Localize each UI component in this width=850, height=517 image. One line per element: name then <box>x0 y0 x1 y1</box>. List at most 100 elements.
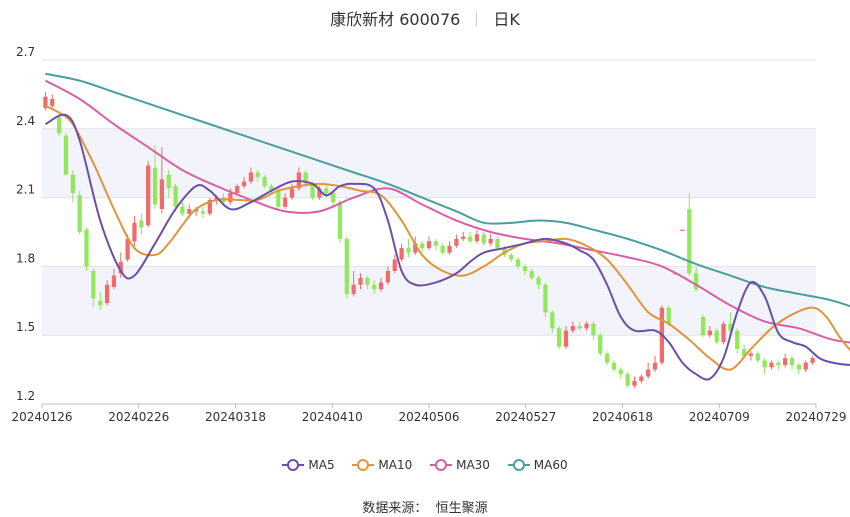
candle-body <box>351 284 356 294</box>
data-source: 数据来源： 恒生聚源 <box>0 497 850 516</box>
candle <box>591 321 596 340</box>
candle-body <box>666 307 671 324</box>
candle-body <box>735 330 740 349</box>
candle-body <box>378 282 384 290</box>
candle <box>618 367 623 379</box>
candle <box>652 355 658 372</box>
candle-body <box>166 174 171 189</box>
candle <box>337 199 343 244</box>
candle <box>139 213 144 235</box>
legend-item-ma30[interactable]: MA30 <box>430 458 490 472</box>
candle <box>481 232 486 246</box>
candle <box>180 202 185 216</box>
candle <box>557 326 562 349</box>
candle <box>344 236 349 299</box>
candle-body <box>57 117 62 134</box>
candle-body <box>77 195 82 232</box>
plot-band <box>42 266 816 336</box>
legend-label-ma5: MA5 <box>308 458 335 472</box>
candle-body <box>433 241 438 246</box>
candle-body <box>646 369 651 377</box>
candle-body <box>550 312 555 329</box>
candle <box>769 360 774 370</box>
candle <box>392 254 397 274</box>
candle-body <box>276 190 281 207</box>
candle-body <box>111 275 117 288</box>
candle-body <box>810 358 815 363</box>
candle-body <box>91 270 96 299</box>
candle-body <box>426 241 432 249</box>
legend-item-ma60[interactable]: MA60 <box>507 458 568 472</box>
x-tick-label: 20240527 <box>495 410 556 424</box>
candle <box>426 236 432 251</box>
x-tick-label: 20240709 <box>689 410 750 424</box>
candle <box>735 328 740 354</box>
legend-label-ma10: MA10 <box>378 458 413 472</box>
y-tick-label: 2.4 <box>16 114 35 128</box>
candle <box>611 360 617 372</box>
candle-body <box>63 135 69 175</box>
candle <box>783 353 788 368</box>
candle <box>146 160 151 228</box>
candle-body <box>337 202 343 239</box>
candle <box>543 282 548 317</box>
candle <box>63 133 69 175</box>
candle-body <box>248 172 254 182</box>
candle <box>762 358 767 375</box>
candle <box>433 238 438 251</box>
candle <box>200 206 206 219</box>
candle-body <box>721 323 726 343</box>
legend-marker-ma30 <box>430 459 453 471</box>
candle-body <box>406 248 411 253</box>
candle <box>420 241 425 253</box>
candle-body <box>310 183 315 198</box>
candle-body <box>372 284 377 290</box>
candle-body <box>557 328 562 347</box>
legend-item-ma10[interactable]: MA10 <box>352 458 412 472</box>
x-tick-label: 20240729 <box>785 410 846 424</box>
candle-body <box>611 362 617 370</box>
candle-body <box>228 193 233 203</box>
candle-body <box>652 362 658 370</box>
candle-body <box>783 358 788 366</box>
chart-legend: MA5 MA10 MA30 MA60 <box>0 458 850 475</box>
candle <box>776 360 781 370</box>
candle-body <box>139 220 144 228</box>
candle <box>748 351 754 361</box>
candle-body <box>255 172 260 177</box>
candle-body <box>563 330 569 347</box>
legend-marker-ma10 <box>352 459 375 471</box>
candle <box>509 252 514 262</box>
legend-item-ma5[interactable]: MA5 <box>282 458 335 472</box>
candle-body <box>591 323 596 336</box>
candle-body <box>289 188 295 198</box>
y-tick-label: 1.5 <box>16 320 35 334</box>
candle <box>488 234 493 246</box>
y-tick-label: 1.2 <box>16 389 35 403</box>
candle-body <box>796 365 801 370</box>
candle-body <box>577 326 582 329</box>
x-tick-label: 20240618 <box>592 410 653 424</box>
candle-body <box>84 229 89 267</box>
candle <box>57 115 62 136</box>
x-tick-label: 20240318 <box>205 410 266 424</box>
candle-body <box>283 197 288 207</box>
x-tick-label: 20240126 <box>11 410 72 424</box>
candle <box>755 351 760 363</box>
candle <box>687 193 692 276</box>
candle-body <box>420 243 425 249</box>
candle <box>721 321 726 345</box>
candle-body <box>762 360 767 368</box>
candle <box>399 243 404 262</box>
candle-body <box>509 254 514 260</box>
candle <box>639 374 644 384</box>
candle-body <box>803 362 808 370</box>
candle <box>604 351 610 366</box>
candle-body <box>152 167 158 205</box>
candle-body <box>515 259 521 267</box>
candle <box>796 362 801 375</box>
candle-body <box>543 284 548 313</box>
candle-body <box>50 98 55 106</box>
candle-body <box>392 259 397 271</box>
candle <box>714 328 719 345</box>
